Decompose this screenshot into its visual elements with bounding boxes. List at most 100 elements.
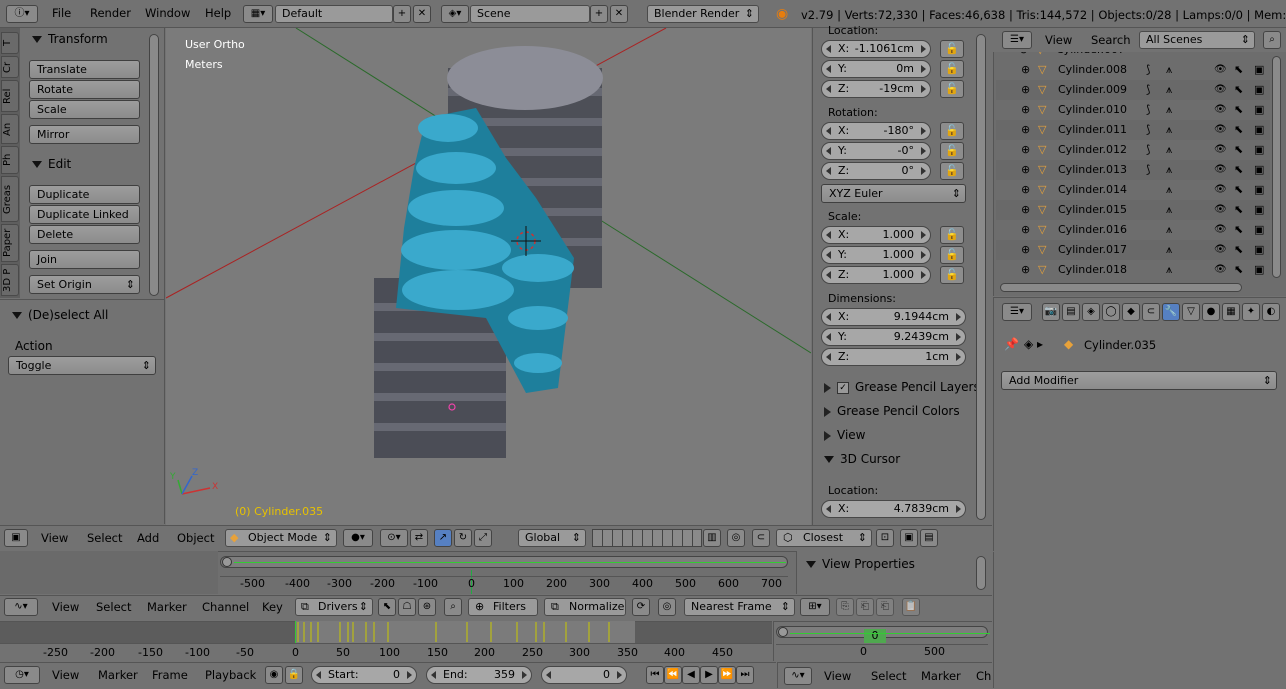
transform-panel-header[interactable]: Transform [32, 32, 108, 46]
mini-menu-select[interactable]: Select [871, 663, 906, 688]
menu-file[interactable]: File [52, 0, 71, 27]
outliner-hscrollbar[interactable] [1000, 283, 1242, 292]
clipboard-icon[interactable]: 📋 [902, 598, 920, 616]
view-panel[interactable]: View [824, 428, 865, 442]
lock-range-icon[interactable]: 🔒 [285, 666, 303, 684]
grease-pencil-colors-panel[interactable]: Grease Pencil Colors [824, 404, 960, 418]
view-properties-panel[interactable]: View Properties [806, 557, 915, 571]
tab-tools[interactable]: T [1, 32, 19, 54]
render-animation-icon[interactable]: ▤ [920, 529, 938, 547]
render-camera-icon[interactable]: ▣ [1254, 140, 1264, 160]
tab-physics[interactable]: Ph [1, 146, 19, 174]
paste-keys-icon[interactable]: ⎗ [856, 598, 874, 616]
drivers-menu-key[interactable]: Key [262, 594, 283, 621]
outliner-row[interactable]: ⊕ ▽ Cylinder.018 ⩚ 👁 ⬉ ▣ [996, 260, 1270, 280]
paste-flipped-icon[interactable]: ⎗ [876, 598, 894, 616]
properties-editor-icon[interactable]: ☰▾ [1002, 303, 1032, 321]
location-x-field[interactable]: X: -1.1061cm [821, 40, 931, 58]
expand-plus-icon[interactable]: ⊕ [1021, 140, 1030, 160]
translate-manipulator-icon[interactable]: ↗ [434, 529, 452, 547]
scale-x-field[interactable]: X: 1.000 [821, 226, 931, 244]
delete-button[interactable]: Delete [29, 225, 140, 244]
visibility-eye-icon[interactable]: 👁 [1214, 140, 1227, 160]
render-camera-icon[interactable]: ▣ [1254, 120, 1264, 140]
scale-manipulator-icon[interactable]: ⤢ [474, 529, 492, 547]
expand-plus-icon[interactable]: ⊕ [1021, 220, 1030, 240]
lock-icon[interactable]: 🔓 [940, 226, 964, 244]
lock-icon[interactable]: 🔓 [940, 162, 964, 180]
tool-shelf-scrollbar[interactable] [149, 34, 159, 296]
rotate-manipulator-icon[interactable]: ↻ [454, 529, 472, 547]
render-camera-icon[interactable]: ▣ [1254, 100, 1264, 120]
material-tab-icon[interactable]: ● [1202, 303, 1220, 321]
render-layers-tab-icon[interactable]: ▤ [1062, 303, 1080, 321]
outliner-row[interactable]: ⊕ ▽ Cylinder.014 ⩚ 👁 ⬉ ▣ [996, 180, 1270, 200]
viewport-menu-select[interactable]: Select [87, 525, 122, 552]
search-icon[interactable]: ⌕ [1263, 31, 1281, 49]
object-tab-icon[interactable]: ◆ [1122, 303, 1140, 321]
render-camera-icon[interactable]: ▣ [1254, 60, 1264, 80]
join-button[interactable]: Join [29, 250, 140, 269]
end-frame-field[interactable]: End: 359 [426, 666, 532, 684]
viewport[interactable]: User Ortho Meters X Y Z (0) Cylinder.035 [166, 28, 811, 525]
duplicate-button[interactable]: Duplicate [29, 185, 140, 204]
tab-3d-print[interactable]: 3D P [1, 264, 19, 296]
checkbox-icon[interactable]: ✓ [837, 381, 849, 394]
mini-ruler-slider[interactable] [776, 644, 988, 658]
translate-button[interactable]: Translate [29, 60, 140, 79]
add-modifier-select[interactable]: Add Modifier ⇕ [1001, 371, 1277, 390]
expand-plus-icon[interactable]: ⊕ [1021, 60, 1030, 80]
outliner-row[interactable]: ⊕ ▽ Cylinder.010 ⟆ ⩚ 👁 ⬉ ▣ [996, 100, 1270, 120]
lock-icon[interactable]: 🔓 [940, 80, 964, 98]
expand-plus-icon[interactable]: ⊕ [1021, 180, 1030, 200]
outliner-row-label[interactable]: Cylinder.016 [1058, 220, 1127, 240]
timeline-menu-playback[interactable]: Playback [205, 662, 256, 689]
outliner-row-label[interactable]: Cylinder.014 [1058, 180, 1127, 200]
auto-snap-select[interactable]: Nearest Frame ⇕ [684, 598, 795, 616]
drivers-menu-channel[interactable]: Channel [202, 594, 249, 621]
edit-panel-header[interactable]: Edit [32, 157, 71, 171]
rotation-mode-select[interactable]: XYZ Euler ⇕ [821, 184, 966, 203]
tab-animation[interactable]: An [1, 114, 19, 144]
mode-select[interactable]: ◆ Object Mode ⇕ [225, 529, 337, 547]
outliner-row[interactable]: ⊕ ▽ Cylinder.011 ⟆ ⩚ 👁 ⬉ ▣ [996, 120, 1270, 140]
auto-snap-icon[interactable]: ◎ [658, 598, 676, 616]
viewport-menu-object[interactable]: Object [177, 525, 214, 552]
scale-y-field[interactable]: Y: 1.000 [821, 246, 931, 264]
outliner-editor-icon[interactable]: ☰▾ [1002, 31, 1032, 49]
mini-menu-marker[interactable]: Marker [921, 663, 961, 688]
visibility-eye-icon[interactable]: 👁 [1214, 160, 1227, 180]
mirror-button[interactable]: Mirror [29, 125, 140, 144]
tab-create[interactable]: Cr [1, 56, 19, 78]
timeline-menu-view[interactable]: View [52, 662, 79, 689]
render-camera-icon[interactable]: ▣ [1254, 80, 1264, 100]
refresh-icon[interactable]: ⟳ [632, 598, 650, 616]
outliner-row-label[interactable]: Cylinder.013 [1058, 160, 1127, 180]
timeline-editor-icon[interactable]: ∿▾ [784, 667, 812, 685]
ghost-icon[interactable]: ☖ [398, 598, 416, 616]
world-tab-icon[interactable]: ◯ [1102, 303, 1120, 321]
render-camera-icon[interactable]: ▣ [1254, 160, 1264, 180]
scene-field[interactable]: Scene [470, 5, 590, 23]
render-camera-icon[interactable]: ▣ [1254, 180, 1264, 200]
outliner-row[interactable]: ⊕ ▽ Cylinder.013 ⟆ ⩚ 👁 ⬉ ▣ [996, 160, 1270, 180]
selectable-cursor-icon[interactable]: ⬉ [1234, 120, 1243, 140]
properties-scrollbar[interactable] [976, 34, 986, 520]
show-errors-icon[interactable]: ⊛ [418, 598, 436, 616]
lock-icon[interactable]: 🔓 [940, 246, 964, 264]
render-camera-icon[interactable]: ▣ [1254, 220, 1264, 240]
copy-keys-icon[interactable]: ⎘ [836, 598, 854, 616]
visibility-eye-icon[interactable]: 👁 [1214, 220, 1227, 240]
render-tab-icon[interactable]: 📷 [1042, 303, 1060, 321]
action-select[interactable]: Toggle ⇕ [8, 356, 156, 375]
scene-tab-icon[interactable]: ◈ [1082, 303, 1100, 321]
normalize-toggle[interactable]: ⧉ Normalize [544, 598, 626, 616]
set-origin-select[interactable]: Set Origin ⇕ [29, 275, 140, 294]
selectable-cursor-icon[interactable]: ⬉ [1234, 220, 1243, 240]
dimensions-y-field[interactable]: Y: 9.2439cm [821, 328, 966, 346]
search-icon[interactable]: ⌕ [444, 598, 462, 616]
duplicate-linked-button[interactable]: Duplicate Linked [29, 205, 140, 224]
drivers-menu-select[interactable]: Select [96, 594, 131, 621]
tab-grease-pencil[interactable]: Greas [1, 176, 19, 222]
scale-button[interactable]: Scale [29, 100, 140, 119]
